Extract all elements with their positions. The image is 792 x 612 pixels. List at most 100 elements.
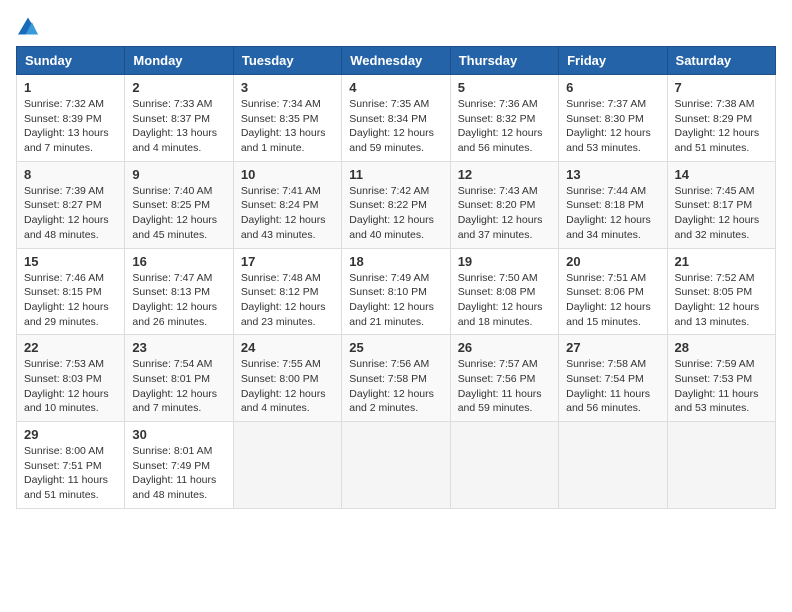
day-info: Sunrise: 7:53 AM Sunset: 8:03 PM Dayligh…: [24, 357, 117, 416]
day-number: 15: [24, 254, 117, 269]
day-info: Sunrise: 7:47 AM Sunset: 8:13 PM Dayligh…: [132, 271, 225, 330]
calendar-day: 2 Sunrise: 7:33 AM Sunset: 8:37 PM Dayli…: [125, 75, 233, 162]
day-info: Sunrise: 7:37 AM Sunset: 8:30 PM Dayligh…: [566, 97, 659, 156]
calendar-week-1: 1 Sunrise: 7:32 AM Sunset: 8:39 PM Dayli…: [17, 75, 776, 162]
day-number: 1: [24, 80, 117, 95]
day-number: 22: [24, 340, 117, 355]
calendar-day: 22 Sunrise: 7:53 AM Sunset: 8:03 PM Dayl…: [17, 335, 125, 422]
calendar-day: 23 Sunrise: 7:54 AM Sunset: 8:01 PM Dayl…: [125, 335, 233, 422]
calendar-day: 30 Sunrise: 8:01 AM Sunset: 7:49 PM Dayl…: [125, 422, 233, 509]
day-number: 2: [132, 80, 225, 95]
day-number: 27: [566, 340, 659, 355]
day-number: 30: [132, 427, 225, 442]
weekday-header-thursday: Thursday: [450, 47, 558, 75]
day-number: 29: [24, 427, 117, 442]
day-number: 16: [132, 254, 225, 269]
calendar-day: 21 Sunrise: 7:52 AM Sunset: 8:05 PM Dayl…: [667, 248, 775, 335]
weekday-header-friday: Friday: [559, 47, 667, 75]
calendar-day: [667, 422, 775, 509]
calendar-day: [342, 422, 450, 509]
calendar-day: [233, 422, 341, 509]
calendar-day: 15 Sunrise: 7:46 AM Sunset: 8:15 PM Dayl…: [17, 248, 125, 335]
calendar-day: 1 Sunrise: 7:32 AM Sunset: 8:39 PM Dayli…: [17, 75, 125, 162]
day-number: 18: [349, 254, 442, 269]
day-number: 10: [241, 167, 334, 182]
day-info: Sunrise: 7:44 AM Sunset: 8:18 PM Dayligh…: [566, 184, 659, 243]
calendar-day: 16 Sunrise: 7:47 AM Sunset: 8:13 PM Dayl…: [125, 248, 233, 335]
calendar-day: 11 Sunrise: 7:42 AM Sunset: 8:22 PM Dayl…: [342, 161, 450, 248]
calendar-day: 14 Sunrise: 7:45 AM Sunset: 8:17 PM Dayl…: [667, 161, 775, 248]
day-info: Sunrise: 7:43 AM Sunset: 8:20 PM Dayligh…: [458, 184, 551, 243]
day-info: Sunrise: 7:46 AM Sunset: 8:15 PM Dayligh…: [24, 271, 117, 330]
day-info: Sunrise: 7:50 AM Sunset: 8:08 PM Dayligh…: [458, 271, 551, 330]
day-number: 14: [675, 167, 768, 182]
weekday-header-monday: Monday: [125, 47, 233, 75]
day-info: Sunrise: 7:36 AM Sunset: 8:32 PM Dayligh…: [458, 97, 551, 156]
day-number: 11: [349, 167, 442, 182]
day-number: 26: [458, 340, 551, 355]
calendar-week-5: 29 Sunrise: 8:00 AM Sunset: 7:51 PM Dayl…: [17, 422, 776, 509]
day-number: 25: [349, 340, 442, 355]
day-info: Sunrise: 7:54 AM Sunset: 8:01 PM Dayligh…: [132, 357, 225, 416]
day-info: Sunrise: 7:35 AM Sunset: 8:34 PM Dayligh…: [349, 97, 442, 156]
day-info: Sunrise: 7:58 AM Sunset: 7:54 PM Dayligh…: [566, 357, 659, 416]
day-number: 24: [241, 340, 334, 355]
day-info: Sunrise: 8:00 AM Sunset: 7:51 PM Dayligh…: [24, 444, 117, 503]
day-info: Sunrise: 7:34 AM Sunset: 8:35 PM Dayligh…: [241, 97, 334, 156]
day-number: 13: [566, 167, 659, 182]
day-info: Sunrise: 7:32 AM Sunset: 8:39 PM Dayligh…: [24, 97, 117, 156]
day-info: Sunrise: 7:59 AM Sunset: 7:53 PM Dayligh…: [675, 357, 768, 416]
calendar-day: 10 Sunrise: 7:41 AM Sunset: 8:24 PM Dayl…: [233, 161, 341, 248]
day-info: Sunrise: 7:52 AM Sunset: 8:05 PM Dayligh…: [675, 271, 768, 330]
day-number: 20: [566, 254, 659, 269]
calendar-day: 20 Sunrise: 7:51 AM Sunset: 8:06 PM Dayl…: [559, 248, 667, 335]
calendar-day: 28 Sunrise: 7:59 AM Sunset: 7:53 PM Dayl…: [667, 335, 775, 422]
calendar-day: 9 Sunrise: 7:40 AM Sunset: 8:25 PM Dayli…: [125, 161, 233, 248]
calendar-day: 3 Sunrise: 7:34 AM Sunset: 8:35 PM Dayli…: [233, 75, 341, 162]
calendar-day: 4 Sunrise: 7:35 AM Sunset: 8:34 PM Dayli…: [342, 75, 450, 162]
day-number: 6: [566, 80, 659, 95]
day-info: Sunrise: 7:49 AM Sunset: 8:10 PM Dayligh…: [349, 271, 442, 330]
calendar-week-3: 15 Sunrise: 7:46 AM Sunset: 8:15 PM Dayl…: [17, 248, 776, 335]
weekday-header-wednesday: Wednesday: [342, 47, 450, 75]
day-info: Sunrise: 7:39 AM Sunset: 8:27 PM Dayligh…: [24, 184, 117, 243]
day-info: Sunrise: 7:40 AM Sunset: 8:25 PM Dayligh…: [132, 184, 225, 243]
day-info: Sunrise: 7:42 AM Sunset: 8:22 PM Dayligh…: [349, 184, 442, 243]
calendar-day: [559, 422, 667, 509]
calendar-day: 18 Sunrise: 7:49 AM Sunset: 8:10 PM Dayl…: [342, 248, 450, 335]
day-number: 3: [241, 80, 334, 95]
calendar-day: [450, 422, 558, 509]
day-number: 28: [675, 340, 768, 355]
calendar-day: 6 Sunrise: 7:37 AM Sunset: 8:30 PM Dayli…: [559, 75, 667, 162]
calendar-day: 24 Sunrise: 7:55 AM Sunset: 8:00 PM Dayl…: [233, 335, 341, 422]
weekday-header-tuesday: Tuesday: [233, 47, 341, 75]
day-info: Sunrise: 7:33 AM Sunset: 8:37 PM Dayligh…: [132, 97, 225, 156]
day-number: 9: [132, 167, 225, 182]
weekday-header-saturday: Saturday: [667, 47, 775, 75]
day-info: Sunrise: 7:56 AM Sunset: 7:58 PM Dayligh…: [349, 357, 442, 416]
day-number: 21: [675, 254, 768, 269]
day-info: Sunrise: 7:45 AM Sunset: 8:17 PM Dayligh…: [675, 184, 768, 243]
calendar-day: 29 Sunrise: 8:00 AM Sunset: 7:51 PM Dayl…: [17, 422, 125, 509]
day-number: 19: [458, 254, 551, 269]
day-number: 5: [458, 80, 551, 95]
calendar-table: SundayMondayTuesdayWednesdayThursdayFrid…: [16, 46, 776, 509]
day-info: Sunrise: 7:41 AM Sunset: 8:24 PM Dayligh…: [241, 184, 334, 243]
calendar-day: 13 Sunrise: 7:44 AM Sunset: 8:18 PM Dayl…: [559, 161, 667, 248]
calendar-day: 17 Sunrise: 7:48 AM Sunset: 8:12 PM Dayl…: [233, 248, 341, 335]
weekday-header-sunday: Sunday: [17, 47, 125, 75]
calendar-week-4: 22 Sunrise: 7:53 AM Sunset: 8:03 PM Dayl…: [17, 335, 776, 422]
logo: [16, 16, 44, 36]
day-number: 23: [132, 340, 225, 355]
calendar-day: 26 Sunrise: 7:57 AM Sunset: 7:56 PM Dayl…: [450, 335, 558, 422]
day-info: Sunrise: 7:51 AM Sunset: 8:06 PM Dayligh…: [566, 271, 659, 330]
day-info: Sunrise: 7:48 AM Sunset: 8:12 PM Dayligh…: [241, 271, 334, 330]
calendar-day: 5 Sunrise: 7:36 AM Sunset: 8:32 PM Dayli…: [450, 75, 558, 162]
day-number: 4: [349, 80, 442, 95]
calendar-week-2: 8 Sunrise: 7:39 AM Sunset: 8:27 PM Dayli…: [17, 161, 776, 248]
logo-icon: [16, 16, 40, 36]
day-info: Sunrise: 7:57 AM Sunset: 7:56 PM Dayligh…: [458, 357, 551, 416]
calendar-day: 25 Sunrise: 7:56 AM Sunset: 7:58 PM Dayl…: [342, 335, 450, 422]
page-header: [16, 16, 776, 36]
calendar-day: 27 Sunrise: 7:58 AM Sunset: 7:54 PM Dayl…: [559, 335, 667, 422]
